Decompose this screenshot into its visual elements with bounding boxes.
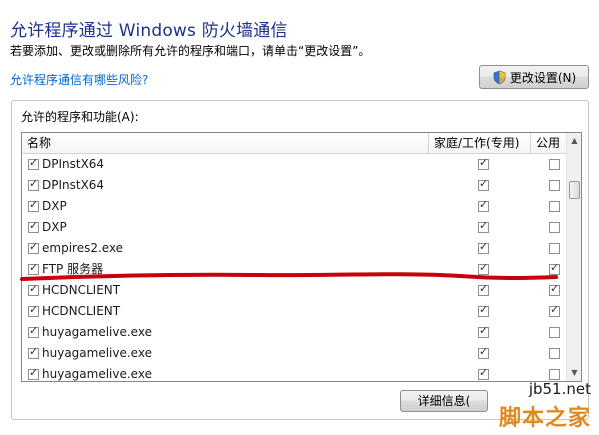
program-name: DPInstX64 (42, 178, 105, 192)
table-row[interactable]: HCDNCLIENT (22, 301, 566, 322)
public-checkbox[interactable] (549, 303, 560, 317)
scroll-down-arrow-icon[interactable]: ▼ (567, 365, 581, 381)
details-button[interactable]: 详细信息( (400, 390, 488, 412)
public-checkbox[interactable] (549, 180, 560, 191)
home-work-checkbox[interactable] (478, 156, 489, 170)
public-checkbox[interactable] (549, 327, 560, 338)
home-work-checkbox[interactable] (478, 345, 489, 359)
program-enabled-checkbox[interactable] (28, 198, 39, 212)
scroll-thumb[interactable] (569, 181, 580, 199)
allowed-programs-list: 名称 家庭/工作(专用) 公用 DPInstX64 DPInstX64 DXP DXP… (21, 132, 582, 382)
home-work-checkbox[interactable] (478, 177, 489, 191)
public-checkbox[interactable] (549, 222, 560, 233)
column-header-name[interactable]: 名称 (22, 133, 428, 154)
home-work-checkbox[interactable] (478, 324, 489, 338)
program-enabled-checkbox[interactable] (28, 366, 39, 380)
table-row[interactable]: DXP (22, 196, 566, 217)
program-name: empires2.exe (42, 241, 124, 255)
public-checkbox[interactable] (549, 159, 560, 170)
program-enabled-checkbox[interactable] (28, 345, 39, 359)
table-row[interactable]: huyagamelive.exe (22, 322, 566, 343)
home-work-checkbox[interactable] (478, 303, 489, 317)
change-settings-button[interactable]: 更改设置(N) (479, 65, 589, 89)
program-name: HCDNCLIENT (42, 283, 121, 297)
table-row[interactable]: huyagamelive.exe (22, 343, 566, 364)
table-row[interactable]: DXP (22, 217, 566, 238)
change-settings-label: 更改设置(N) (509, 70, 577, 85)
allowed-programs-group: 允许的程序和功能(A): 名称 家庭/工作(专用) 公用 DPInstX64DP… (11, 100, 589, 420)
program-name: huyagamelive.exe (42, 325, 152, 339)
home-work-checkbox[interactable] (478, 240, 489, 254)
program-enabled-checkbox[interactable] (28, 261, 39, 275)
program-name: DPInstX64 (42, 157, 105, 171)
table-row[interactable]: HCDNCLIENT (22, 280, 566, 301)
vertical-scrollbar[interactable]: ▲ ▼ (566, 133, 581, 381)
home-work-checkbox[interactable] (478, 282, 489, 296)
program-enabled-checkbox[interactable] (28, 303, 39, 317)
public-checkbox[interactable] (549, 348, 560, 359)
program-enabled-checkbox[interactable] (28, 177, 39, 191)
public-checkbox[interactable] (549, 282, 560, 296)
column-header-public[interactable]: 公用 (530, 133, 566, 154)
program-enabled-checkbox[interactable] (28, 282, 39, 296)
table-row[interactable]: FTP 服务器 (22, 259, 566, 280)
home-work-checkbox[interactable] (478, 366, 489, 380)
program-enabled-checkbox[interactable] (28, 156, 39, 170)
program-name: HCDNCLIENT (42, 304, 121, 318)
page-title: 允许程序通过 Windows 防火墙通信 (10, 21, 288, 41)
program-enabled-checkbox[interactable] (28, 219, 39, 233)
program-name: DXP (42, 220, 67, 234)
list-header: 名称 家庭/工作(专用) 公用 (22, 133, 566, 154)
program-name: huyagamelive.exe (42, 367, 152, 381)
home-work-checkbox[interactable] (478, 198, 489, 212)
page-description: 若要添加、更改或删除所有允许的程序和端口，请单击“更改设置”。 (10, 44, 371, 58)
table-row[interactable]: empires2.exe (22, 238, 566, 259)
uac-shield-icon (493, 70, 506, 84)
table-row[interactable]: huyagamelive.exe (22, 364, 566, 381)
table-row[interactable]: DPInstX64 (22, 175, 566, 196)
list-rows: DPInstX64 DPInstX64 DXP DXP empires2.exe FTP … (22, 154, 566, 381)
table-row[interactable]: DPInstX64 (22, 154, 566, 175)
column-header-home-work[interactable]: 家庭/工作(专用) (428, 133, 530, 154)
public-checkbox[interactable] (549, 201, 560, 212)
scroll-up-arrow-icon[interactable]: ▲ (567, 133, 581, 149)
public-checkbox[interactable] (549, 261, 560, 275)
program-name: FTP 服务器 (42, 262, 104, 276)
public-checkbox[interactable] (549, 243, 560, 254)
allowed-programs-label: 允许的程序和功能(A): (21, 110, 139, 124)
home-work-checkbox[interactable] (478, 261, 489, 275)
program-name: DXP (42, 199, 67, 213)
risk-info-link[interactable]: 允许程序通信有哪些风险? (10, 71, 148, 88)
program-name: huyagamelive.exe (42, 346, 152, 360)
home-work-checkbox[interactable] (478, 219, 489, 233)
program-enabled-checkbox[interactable] (28, 324, 39, 338)
public-checkbox[interactable] (549, 369, 560, 380)
program-enabled-checkbox[interactable] (28, 240, 39, 254)
